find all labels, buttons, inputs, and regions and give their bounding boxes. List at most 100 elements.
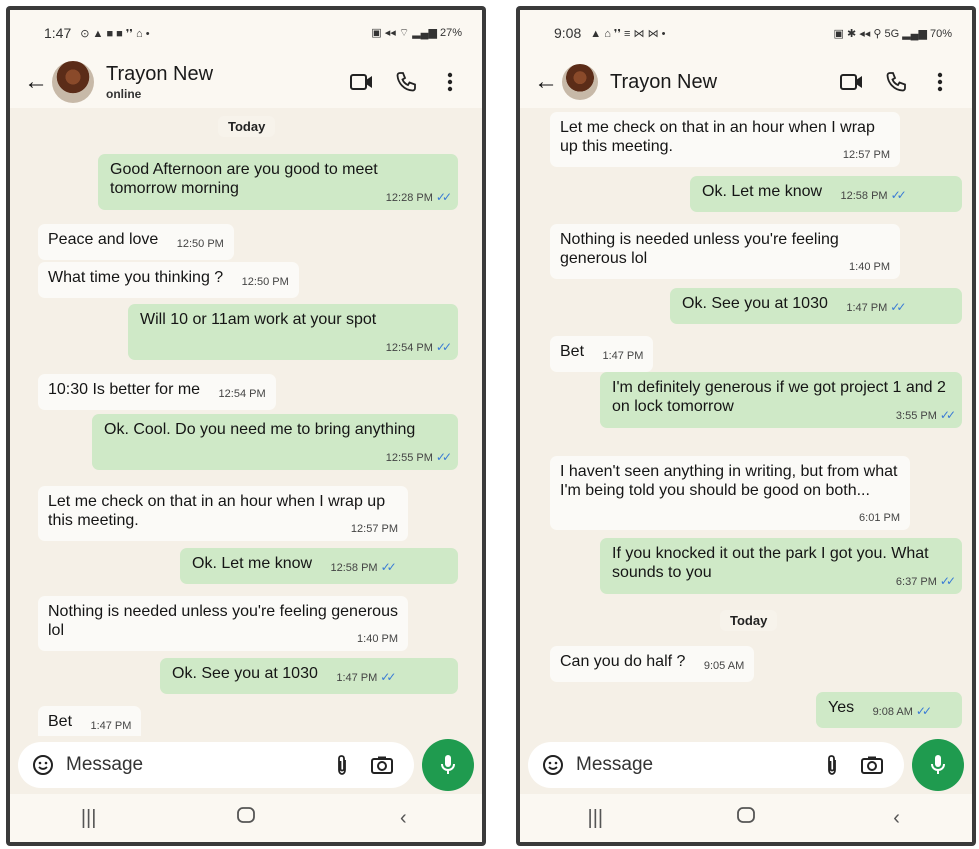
phone-screenshot-left: 1:47 ⊙ ▲ ■ ■ ❜❜ ⌂ • ▣ ◂◂ ⌔ ▂▄▆ 27% ← Tra… [6, 6, 486, 846]
phone-call-icon[interactable] [384, 64, 428, 100]
chat-header: ← Trayon New online [10, 56, 482, 108]
status-left: 1:47 ⊙ ▲ ■ ■ ❜❜ ⌂ • [44, 25, 150, 41]
status-bar: 9:08 ▲ ⌂ ❜❜ ≡ ⋈ ⋈ • ▣ ✱ ◂◂ ⚲ 5G ▂▄▆ 70% [520, 10, 972, 56]
microphone-button[interactable] [422, 739, 474, 791]
message-list[interactable]: Today Good Afternoon are you good to mee… [10, 108, 482, 736]
message-text: Can you do half ? [560, 653, 686, 670]
recents-icon[interactable]: ||| [59, 807, 119, 830]
video-call-icon[interactable] [830, 64, 874, 100]
notification-icons: ⊙ ▲ ■ ■ ❜❜ ⌂ • [80, 27, 150, 40]
home-icon[interactable] [716, 806, 776, 830]
phone-screenshot-right: 9:08 ▲ ⌂ ❜❜ ≡ ⋈ ⋈ • ▣ ✱ ◂◂ ⚲ 5G ▂▄▆ 70% … [516, 6, 976, 846]
message-time: 1:40 PM [357, 633, 398, 645]
message-outgoing[interactable]: Ok. Let me know 12:58 PM ✓✓ [180, 548, 458, 584]
read-receipt-icon: ✓✓ [890, 300, 906, 314]
message-time: 12:50 PM [241, 276, 289, 288]
message-incoming[interactable]: Nothing is needed unless you're feeling … [38, 596, 408, 651]
read-receipt-icon: ✓✓ [915, 704, 932, 718]
message-outgoing[interactable]: Yes 9:08 AM ✓✓ [816, 692, 962, 728]
paperclip-icon[interactable] [812, 747, 852, 783]
back-arrow-icon[interactable]: ← [534, 70, 558, 94]
message-incoming[interactable]: Bet 1:47 PM [38, 706, 142, 736]
message-incoming[interactable]: Nothing is needed unless you're feeling … [550, 224, 900, 279]
message-incoming[interactable]: Let me check on that in an hour when I w… [550, 112, 900, 167]
message-list[interactable]: Let me check on that in an hour when I w… [520, 108, 972, 736]
read-receipt-icon: ✓✓ [890, 188, 907, 202]
camera-icon[interactable] [852, 747, 892, 783]
chat-screen: 1:47 ⊙ ▲ ■ ■ ❜❜ ⌂ • ▣ ◂◂ ⌔ ▂▄▆ 27% ← Tra… [10, 10, 482, 842]
message-incoming[interactable]: Can you do half ? 9:05 AM [550, 646, 755, 682]
read-receipt-icon: ✓✓ [939, 408, 956, 422]
message-incoming[interactable]: Bet 1:47 PM [550, 336, 654, 372]
message-placeholder: Message [66, 754, 144, 775]
message-time: 9:05 AM [703, 660, 745, 672]
message-time: 12:54 PM [218, 388, 266, 400]
message-outgoing[interactable]: Ok. See you at 1030 1:47 PM ✓✓ [670, 288, 962, 324]
message-incoming[interactable]: Let me check on that in an hour when I w… [38, 486, 408, 541]
message-text: Yes [828, 699, 855, 716]
contact-status: online [106, 87, 142, 101]
home-icon[interactable] [216, 806, 276, 830]
message-text: Nothing is needed unless you're feeling … [48, 603, 398, 639]
emoji-icon[interactable] [540, 747, 566, 783]
message-text: What time you thinking ? [48, 269, 224, 286]
message-incoming[interactable]: I haven't seen anything in writing, but … [550, 456, 910, 530]
message-time: 12:50 PM [176, 238, 224, 250]
message-text: Ok. See you at 1030 [682, 295, 828, 312]
message-outgoing[interactable]: Ok. Cool. Do you need me to bring anythi… [92, 414, 458, 470]
message-outgoing[interactable]: Ok. Let me know 12:58 PM ✓✓ [690, 176, 962, 212]
message-text: Ok. See you at 1030 [172, 665, 318, 682]
message-time: 12:57 PM [350, 523, 398, 535]
message-text: 10:30 Is better for me [48, 381, 201, 398]
message-time: 3:55 PM ✓✓ [895, 408, 956, 422]
chat-header: ← Trayon New [520, 56, 972, 108]
message-outgoing[interactable]: Ok. See you at 1030 1:47 PM ✓✓ [160, 658, 458, 694]
video-call-icon[interactable] [340, 64, 384, 100]
phone-call-icon[interactable] [874, 64, 918, 100]
status-bar: 1:47 ⊙ ▲ ■ ■ ❜❜ ⌂ • ▣ ◂◂ ⌔ ▂▄▆ 27% [10, 10, 482, 56]
contact-info[interactable]: Trayon New online [106, 63, 340, 101]
message-input[interactable]: Message [528, 742, 904, 788]
microphone-icon [931, 755, 945, 774]
message-time: 9:08 AM ✓✓ [872, 704, 933, 718]
message-text: Bet [560, 343, 585, 360]
contact-name: Trayon New [610, 70, 718, 93]
message-text: Ok. Cool. Do you need me to bring anythi… [104, 421, 416, 438]
message-text: I haven't seen anything in writing, but … [560, 463, 898, 499]
status-left: 9:08 ▲ ⌂ ❜❜ ≡ ⋈ ⋈ • [554, 25, 665, 41]
message-time: 1:47 PM ✓✓ [846, 300, 906, 314]
avatar[interactable] [52, 61, 94, 103]
camera-icon[interactable] [362, 747, 402, 783]
message-outgoing[interactable]: Good Afternoon are you good to meet tomo… [98, 154, 458, 210]
date-separator: Today [720, 610, 778, 631]
contact-info[interactable]: Trayon New [610, 71, 830, 94]
back-arrow-icon[interactable]: ← [24, 70, 48, 94]
more-vert-icon[interactable] [918, 64, 962, 100]
read-receipt-icon: ✓✓ [435, 190, 452, 204]
more-vert-icon[interactable] [428, 64, 472, 100]
recents-icon[interactable]: ||| [565, 807, 625, 830]
message-outgoing[interactable]: If you knocked it out the park I got you… [600, 538, 962, 594]
date-separator: Today [218, 116, 276, 137]
emoji-icon[interactable] [30, 747, 56, 783]
message-incoming[interactable]: 10:30 Is better for me 12:54 PM [38, 374, 276, 410]
message-outgoing[interactable]: I'm definitely generous if we got projec… [600, 372, 962, 428]
message-time: 1:47 PM ✓✓ [336, 670, 396, 684]
message-incoming[interactable]: Peace and love 12:50 PM [38, 224, 234, 260]
chat-screen: 9:08 ▲ ⌂ ❜❜ ≡ ⋈ ⋈ • ▣ ✱ ◂◂ ⚲ 5G ▂▄▆ 70% … [520, 10, 972, 842]
message-placeholder: Message [576, 754, 654, 775]
status-right: ▣ ◂◂ ⌔ ▂▄▆ 27% [371, 26, 462, 40]
message-text: Peace and love [48, 231, 159, 248]
message-incoming[interactable]: What time you thinking ? 12:50 PM [38, 262, 299, 298]
message-outgoing[interactable]: Will 10 or 11am work at your spot 12:54 … [128, 304, 458, 360]
nav-back-icon[interactable]: ‹ [867, 807, 927, 830]
paperclip-icon[interactable] [322, 747, 362, 783]
message-time: 1:47 PM [602, 350, 644, 362]
contact-name: Trayon New [106, 63, 214, 85]
system-icons: ▣ ◂◂ ⌔ ▂▄▆ 27% [371, 27, 462, 39]
avatar[interactable] [562, 64, 598, 100]
message-input[interactable]: Message [18, 742, 414, 788]
read-receipt-icon: ✓✓ [380, 560, 397, 574]
microphone-button[interactable] [912, 739, 964, 791]
nav-back-icon[interactable]: ‹ [373, 807, 433, 830]
